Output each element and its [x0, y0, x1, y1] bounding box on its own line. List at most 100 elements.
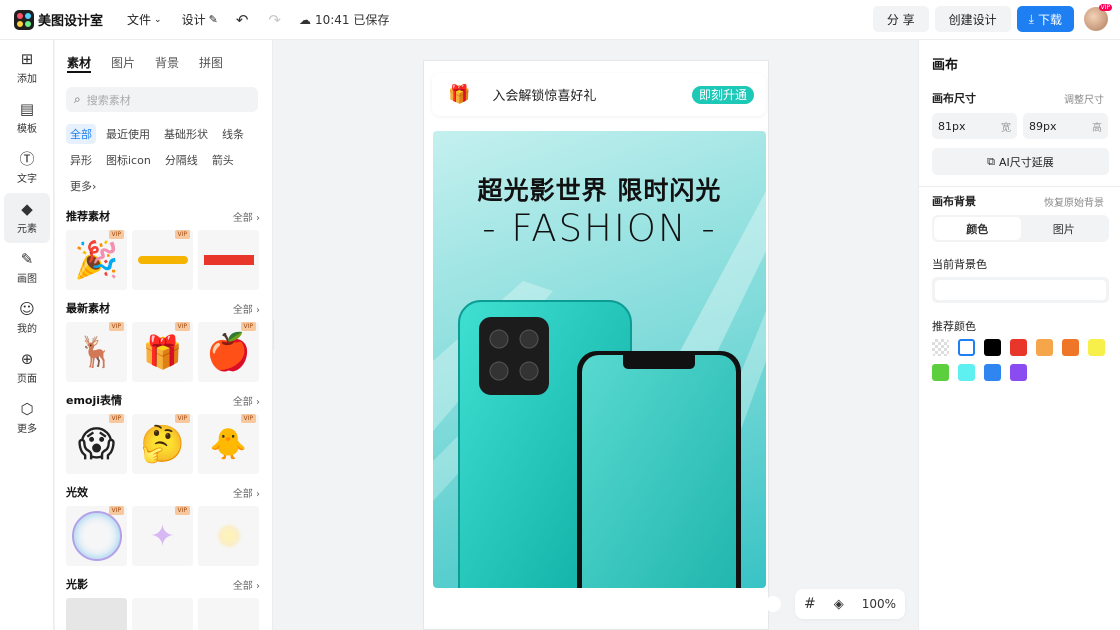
tab-background[interactable]: 背景 — [155, 54, 179, 73]
design-menu-label: 设计 — [181, 13, 206, 27]
view-all-label: 全部 — [232, 488, 253, 500]
nav-mine[interactable]: ☺ 我的 — [0, 293, 54, 343]
redo-icon[interactable]: ↷ — [268, 11, 281, 29]
material-item-red-bar[interactable] — [198, 230, 259, 290]
left-nav: ⊞ 添加 ▤ 模板 Ⓣ 文字 ◆ 元素 ✎ 画图 ☺ 我的 ⊕ 页面 ⬡ 更多 — [0, 40, 54, 630]
canvas-resize-handle[interactable] — [765, 596, 781, 612]
restore-bg-link[interactable]: 恢复原始背景 — [1044, 194, 1104, 209]
grid-icon[interactable]: # — [804, 596, 816, 612]
color-swatch[interactable] — [932, 364, 949, 381]
app-logo[interactable]: 美图设计室 — [14, 9, 104, 30]
brush-stroke-shape — [137, 256, 188, 264]
color-swatch[interactable] — [1010, 364, 1027, 381]
poster-image[interactable]: 超光影世界 限时闪光 - FASHION - — [433, 131, 766, 588]
tab-color[interactable]: 颜色 — [934, 217, 1021, 240]
chip-more-label: 更多 — [70, 180, 92, 193]
nav-add[interactable]: ⊞ 添加 — [0, 43, 54, 93]
nav-draw[interactable]: ✎ 画图 — [0, 243, 54, 293]
section-title: 光影 — [66, 578, 88, 591]
view-all-link[interactable]: 全部 › — [233, 301, 260, 316]
nav-more[interactable]: ⬡ 更多 — [0, 393, 54, 443]
color-swatches — [932, 339, 1112, 381]
color-swatch[interactable] — [984, 364, 1001, 381]
file-menu[interactable]: 文件 ⌄ — [127, 11, 162, 28]
shocked-face-icon: 😱 — [77, 423, 116, 465]
width-field[interactable]: 81px 宽 — [932, 113, 1017, 139]
file-menu-label: 文件 — [127, 13, 152, 27]
avatar[interactable]: VIP — [1084, 4, 1112, 31]
layers-icon[interactable]: ◈ — [834, 597, 844, 612]
share-button[interactable]: 分 享 — [872, 6, 929, 32]
tab-collage[interactable]: 拼图 — [199, 54, 223, 73]
color-swatch[interactable] — [958, 364, 975, 381]
material-item-bubble[interactable]: VIP — [66, 506, 127, 566]
chip-irregular[interactable]: 异形 — [66, 150, 96, 170]
material-item-brush-stroke[interactable]: VIP — [132, 230, 193, 290]
tab-image[interactable]: 图片 — [111, 54, 135, 73]
search-input[interactable]: ⌕ 搜索素材 — [66, 87, 258, 112]
upgrade-button[interactable]: 即刻升通 — [691, 85, 754, 104]
material-item-sleigh[interactable]: 🦌 VIP — [66, 322, 127, 382]
height-value: 89px — [1029, 119, 1057, 133]
canvas-size-label: 画布尺寸 — [932, 92, 976, 105]
view-all-link[interactable]: 全部 › — [233, 209, 260, 224]
material-item-glow[interactable] — [198, 506, 259, 566]
material-item-apple[interactable]: 🍎 VIP — [198, 322, 259, 382]
color-swatch[interactable] — [1088, 339, 1105, 356]
color-swatch[interactable] — [1010, 339, 1027, 356]
color-swatch[interactable] — [1036, 339, 1053, 356]
ai-resize-icon: ⧉ — [987, 154, 996, 168]
height-field[interactable]: 89px 高 — [1023, 113, 1108, 139]
material-item[interactable] — [66, 598, 127, 630]
nav-page[interactable]: ⊕ 页面 — [0, 343, 54, 393]
create-design-button[interactable]: 创建设计 — [934, 6, 1011, 32]
material-item-party-popper[interactable]: 🎉 VIP — [66, 230, 127, 290]
chip-lines[interactable]: 线条 — [218, 124, 248, 144]
nav-template[interactable]: ▤ 模板 — [0, 93, 54, 143]
current-bg-color-field[interactable] — [932, 277, 1109, 303]
download-button[interactable]: ⤓ 下载 — [1016, 6, 1074, 32]
vip-badge: VIP — [108, 230, 124, 239]
material-item[interactable] — [132, 598, 193, 630]
nav-text[interactable]: Ⓣ 文字 — [0, 143, 54, 193]
tab-image[interactable]: 图片 — [1021, 217, 1108, 240]
vip-badge: VIP — [108, 414, 124, 423]
design-menu[interactable]: 设计 ✎ — [182, 11, 218, 28]
app-name: 美图设计室 — [38, 14, 104, 29]
undo-icon[interactable]: ↶ — [236, 11, 249, 29]
view-all-link[interactable]: 全部 › — [233, 393, 260, 408]
chip-basic-shapes[interactable]: 基础形状 — [160, 124, 212, 144]
section-title: emoji表情 — [66, 394, 123, 407]
save-status: ☁ 10:41 已保存 — [299, 11, 389, 28]
chevron-right-icon: › — [92, 179, 97, 193]
ai-extend-button[interactable]: ⧉ AI尺寸延展 — [932, 148, 1109, 175]
color-swatch[interactable] — [984, 339, 1001, 356]
chip-dividers[interactable]: 分隔线 — [161, 150, 202, 170]
material-item-gift-globe[interactable]: 🎁 VIP — [132, 322, 193, 382]
color-swatch[interactable] — [1062, 339, 1079, 356]
section-latest: 最新素材 全部 › — [55, 300, 272, 316]
material-item[interactable] — [198, 598, 259, 630]
chip-icons[interactable]: 图标icon — [102, 150, 155, 170]
nav-element[interactable]: ◆ 元素 — [4, 193, 50, 243]
chip-more[interactable]: 更多 › — [66, 176, 100, 196]
chip-recent[interactable]: 最近使用 — [102, 124, 154, 144]
view-all-link[interactable]: 全部 › — [233, 485, 260, 500]
vip-badge: VIP — [240, 322, 256, 331]
color-swatch[interactable] — [958, 339, 975, 356]
nav-draw-label: 画图 — [17, 274, 37, 285]
adjust-size-link[interactable]: 调整尺寸 — [1064, 91, 1104, 106]
chip-all[interactable]: 全部 — [66, 124, 96, 144]
tab-material[interactable]: 素材 — [67, 54, 92, 73]
color-swatch[interactable] — [932, 339, 949, 356]
view-all-link[interactable]: 全部 › — [233, 577, 260, 592]
section-light-shadow: 光影 全部 › — [55, 576, 272, 592]
material-item-shocked-emoji[interactable]: 😱 VIP — [66, 414, 127, 474]
chip-arrows[interactable]: 箭头 — [208, 150, 238, 170]
material-item-chick-emoji[interactable]: 🐥 VIP — [198, 414, 259, 474]
phone-illustration — [458, 300, 741, 588]
material-item-sparkle[interactable]: ✦ VIP — [132, 506, 193, 566]
cloud-icon: ☁ — [298, 12, 311, 27]
zoom-level[interactable]: 100% — [862, 597, 896, 611]
material-item-thinking-emoji[interactable]: 🤔 VIP — [132, 414, 193, 474]
